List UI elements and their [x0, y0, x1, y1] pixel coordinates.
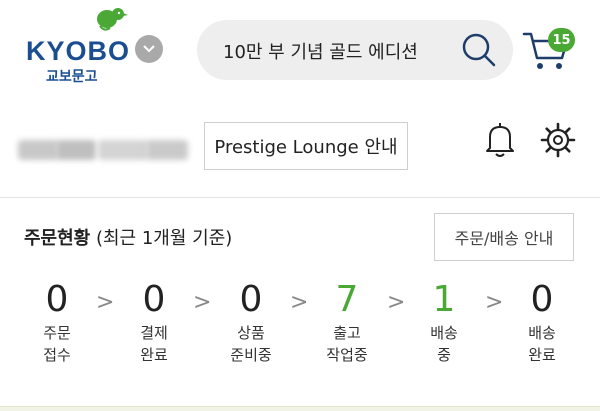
- blur-segment: [56, 140, 96, 160]
- chevron-right-icon: >: [387, 290, 406, 315]
- step-count: 0: [142, 279, 166, 320]
- logo-text: KYOBO: [26, 36, 131, 66]
- chevron-down-icon: [143, 45, 155, 53]
- step-label-line1: 배송: [528, 324, 556, 342]
- bell-icon[interactable]: [484, 122, 516, 158]
- step-shipping-in-progress[interactable]: 7 출고 작업중: [307, 278, 387, 366]
- gear-icon[interactable]: [540, 122, 576, 158]
- header: KYOBO 교보문고 10만 부 기념 골드 에디션 15: [0, 0, 600, 104]
- step-order-received[interactable]: 0 주문 접수: [17, 278, 97, 366]
- step-label-line2: 접수: [43, 346, 71, 364]
- order-status-title-main: 주문현황: [24, 228, 91, 249]
- step-preparing[interactable]: 0 상품 준비중: [211, 278, 291, 366]
- bottom-divider: [0, 406, 600, 411]
- step-label-line1: 결제: [140, 324, 168, 342]
- step-count: 0: [239, 279, 263, 320]
- order-shipping-guide-button[interactable]: 주문/배송 안내: [434, 213, 574, 261]
- step-label-line2: 중: [437, 346, 451, 364]
- cart-count-badge: 15: [548, 28, 575, 52]
- step-count: 7: [335, 279, 359, 320]
- order-status-title-sub: (최근 1개월 기준): [90, 228, 233, 249]
- blur-segment: [18, 140, 58, 160]
- order-status-title: 주문현황 (최근 1개월 기준): [24, 224, 232, 250]
- step-label-line2: 작업중: [326, 346, 368, 364]
- blur-segment: [98, 140, 148, 160]
- site-menu-dropdown[interactable]: [135, 35, 163, 63]
- blur-segment: [146, 140, 188, 160]
- chevron-right-icon: >: [290, 290, 309, 315]
- step-label-line2: 완료: [140, 346, 168, 364]
- step-label-line2: 완료: [528, 346, 556, 364]
- step-label-line1: 상품: [237, 324, 265, 342]
- chevron-right-icon: >: [485, 290, 504, 315]
- search-icon[interactable]: [461, 32, 497, 68]
- step-delivered[interactable]: 0 배송 완료: [502, 278, 582, 366]
- logo-subtext: 교보문고: [46, 69, 98, 85]
- kyobo-logo[interactable]: KYOBO 교보문고: [26, 6, 129, 85]
- user-row: Prestige Lounge 안내: [0, 110, 600, 190]
- step-count: 0: [530, 279, 554, 320]
- prestige-lounge-button[interactable]: Prestige Lounge 안내: [204, 122, 408, 170]
- step-count: 0: [45, 279, 69, 320]
- step-label-line1: 배송: [430, 324, 458, 342]
- step-payment-complete[interactable]: 0 결제 완료: [114, 278, 194, 366]
- step-label-line1: 출고: [333, 324, 361, 342]
- chevron-right-icon: >: [193, 290, 212, 315]
- section-divider: [0, 197, 600, 198]
- order-status-steps: 0 주문 접수 > 0 결제 완료 > 0 상품 준비중 > 7 출고 작업중 …: [0, 278, 600, 378]
- step-label-line1: 주문: [43, 324, 71, 342]
- step-in-delivery[interactable]: 1 배송 중: [404, 278, 484, 366]
- user-name-blurred: [18, 134, 194, 164]
- bird-logo-icon: [97, 8, 128, 31]
- search-query-text: 10만 부 기념 골드 에디션: [223, 42, 418, 63]
- chevron-right-icon: >: [96, 290, 115, 315]
- step-count: 1: [432, 279, 456, 320]
- search-input[interactable]: 10만 부 기념 골드 에디션: [197, 20, 513, 80]
- step-label-line2: 준비중: [230, 346, 272, 364]
